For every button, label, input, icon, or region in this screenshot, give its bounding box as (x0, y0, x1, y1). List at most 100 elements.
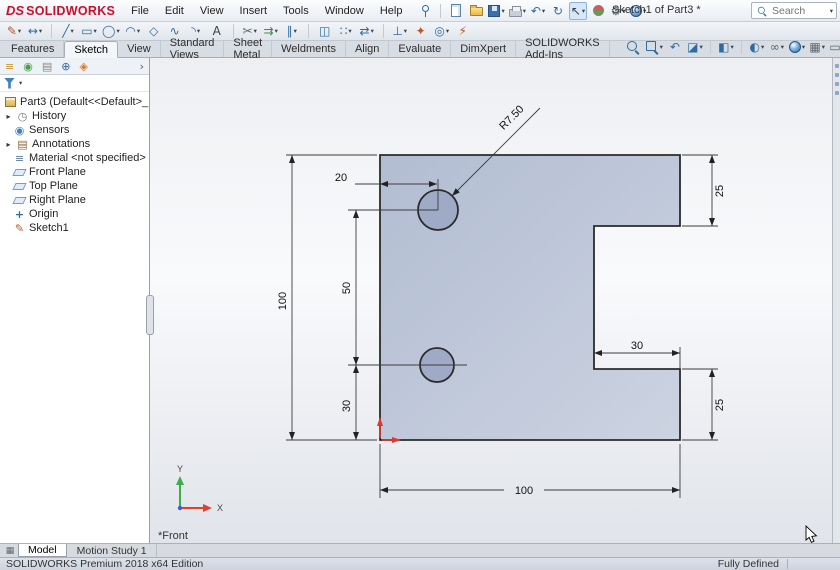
tab-layout-icon[interactable]: ▦ (3, 545, 17, 557)
circle-tool-icon[interactable]: ◯▾ (101, 22, 121, 40)
tree-item-sketch1[interactable]: ✎ Sketch1 (0, 221, 149, 235)
section-view-icon[interactable]: ◪▾ (686, 38, 704, 56)
dimxpertmanager-tab-icon[interactable]: ⊕ (61, 61, 70, 72)
tab-sketch[interactable]: Sketch (64, 41, 118, 58)
undo-icon[interactable]: ↶▾ (529, 2, 547, 20)
caret-icon[interactable]: ▾ (294, 27, 297, 35)
tree-item-sensors[interactable]: ◉ Sensors (0, 123, 149, 137)
zoom-area-icon[interactable]: ▾ (644, 38, 664, 56)
caret-icon[interactable]: ▾ (19, 79, 22, 87)
move-entities-icon[interactable]: ⇄▾ (358, 22, 376, 40)
caret-icon[interactable]: ▾ (404, 27, 407, 35)
offset-entities-icon[interactable]: ∥▾ (283, 22, 301, 40)
rapid-sketch-icon[interactable]: ⚡ (454, 22, 472, 40)
caret-icon[interactable]: ▾ (197, 27, 200, 35)
menu-edit[interactable]: Edit (157, 2, 192, 20)
caret-icon[interactable]: ▾ (542, 7, 545, 15)
edit-appearance-icon[interactable]: ▾ (788, 38, 806, 56)
caret-icon[interactable]: ▾ (254, 27, 257, 35)
zoom-fit-icon[interactable] (624, 38, 642, 56)
expand-arrow-icon[interactable]: ▸ (4, 140, 13, 149)
menu-insert[interactable]: Insert (232, 2, 276, 20)
menu-tools[interactable]: Tools (275, 2, 317, 20)
tree-item-material[interactable]: ≡ Material <not specified> (0, 151, 149, 165)
rectangle-tool-icon[interactable]: ▭▾ (80, 22, 98, 40)
caret-icon[interactable]: ▾ (18, 27, 21, 35)
tab-view[interactable]: View (118, 41, 161, 57)
print-icon[interactable]: ▾ (508, 2, 527, 20)
display-style-icon[interactable]: ◐▾ (748, 38, 766, 56)
tab-motion-study[interactable]: Motion Study 1 (68, 544, 157, 557)
caret-icon[interactable]: ▾ (822, 43, 825, 51)
menu-window[interactable]: Window (317, 2, 372, 20)
dim-text-50[interactable]: 50 (341, 282, 353, 294)
save-icon[interactable]: ▾ (487, 2, 505, 20)
pin-menu-icon[interactable] (416, 2, 434, 20)
menu-view[interactable]: View (192, 2, 232, 20)
mirror-entities-icon[interactable]: ◫ (316, 22, 334, 40)
tree-item-origin[interactable]: + Origin (0, 207, 149, 221)
propertymanager-tab-icon[interactable]: ◉ (23, 61, 33, 72)
dim-text-20[interactable]: 20 (335, 172, 347, 184)
dim-text-25-top[interactable]: 25 (714, 185, 726, 197)
menu-file[interactable]: File (123, 2, 157, 20)
dim-text-30-right[interactable]: 30 (631, 340, 643, 352)
featuremanager-tab-icon[interactable]: ≡ (5, 61, 14, 72)
polygon-tool-icon[interactable]: ◇ (145, 22, 163, 40)
dim-text-25-bottom[interactable]: 25 (714, 399, 726, 411)
linear-pattern-icon[interactable]: ∷▾ (337, 22, 355, 40)
tree-item-right-plane[interactable]: Right Plane (0, 193, 149, 207)
redo-icon[interactable]: ↻ (549, 2, 567, 20)
caret-icon[interactable]: ▾ (39, 27, 42, 35)
menu-help[interactable]: Help (372, 2, 411, 20)
apply-scene-icon[interactable]: ▦▾ (808, 38, 826, 56)
tab-weldments[interactable]: Weldments (272, 41, 346, 57)
task-pane-strip[interactable] (832, 58, 840, 543)
tab-evaluate[interactable]: Evaluate (389, 41, 451, 57)
view-settings-icon[interactable]: ▭▾ (828, 38, 840, 56)
quick-snaps-icon[interactable]: ◎▾ (433, 22, 451, 40)
search-input[interactable] (772, 5, 826, 17)
hide-show-items-icon[interactable]: ∞▾ (768, 38, 786, 56)
caret-icon[interactable]: ▾ (501, 7, 504, 15)
tab-align[interactable]: Align (346, 41, 389, 57)
caret-icon[interactable]: ▾ (94, 27, 97, 35)
smart-dimension-icon[interactable]: ↔▾ (26, 22, 44, 40)
line-tool-icon[interactable]: ╱▾ (59, 22, 77, 40)
expand-arrow-icon[interactable]: ▸ (4, 112, 13, 121)
open-document-icon[interactable] (467, 2, 485, 20)
caret-icon[interactable]: ▾ (446, 27, 449, 35)
caret-icon[interactable]: ▾ (116, 27, 119, 35)
tab-model[interactable]: Model (18, 544, 67, 557)
caret-icon[interactable]: ▾ (137, 27, 140, 35)
search-caret-icon[interactable]: ▾ (830, 7, 833, 15)
caret-icon[interactable]: ▾ (275, 27, 278, 35)
caret-icon[interactable]: ▾ (781, 43, 784, 51)
panel-splitter-handle[interactable] (146, 295, 154, 335)
panel-expand-chevron-icon[interactable]: › (140, 60, 144, 73)
dim-text-100-bottom[interactable]: 100 (515, 485, 533, 497)
previous-view-icon[interactable]: ↶ (666, 38, 684, 56)
configurationmanager-tab-icon[interactable]: ▤ (42, 61, 52, 72)
caret-icon[interactable]: ▾ (348, 27, 351, 35)
view-orientation-icon[interactable]: ◧▾ (717, 38, 735, 56)
caret-icon[interactable]: ▾ (699, 43, 702, 51)
caret-icon[interactable]: ▾ (802, 43, 805, 51)
dim-text-30-left[interactable]: 30 (341, 400, 353, 412)
search-icon[interactable] (757, 6, 767, 16)
filter-funnel-icon[interactable] (4, 78, 15, 89)
caret-icon[interactable]: ▾ (371, 27, 374, 35)
tree-item-front-plane[interactable]: Front Plane (0, 165, 149, 179)
tree-item-annotations[interactable]: ▸ ▤ Annotations (0, 137, 149, 151)
arc-tool-icon[interactable]: ◠▾ (124, 22, 142, 40)
tab-sheet-metal[interactable]: Sheet Metal (224, 41, 272, 57)
caret-icon[interactable]: ▾ (523, 7, 526, 15)
caret-icon[interactable]: ▾ (730, 43, 733, 51)
tab-standard-views[interactable]: Standard Views (161, 41, 225, 57)
caret-icon[interactable]: ▾ (660, 43, 663, 51)
sketch-tool-icon[interactable]: ✎▾ (5, 22, 23, 40)
new-document-icon[interactable] (447, 2, 465, 20)
repair-sketch-icon[interactable]: ✦ (412, 22, 430, 40)
caret-icon[interactable]: ▾ (70, 27, 73, 35)
convert-entities-icon[interactable]: ⇉▾ (262, 22, 280, 40)
